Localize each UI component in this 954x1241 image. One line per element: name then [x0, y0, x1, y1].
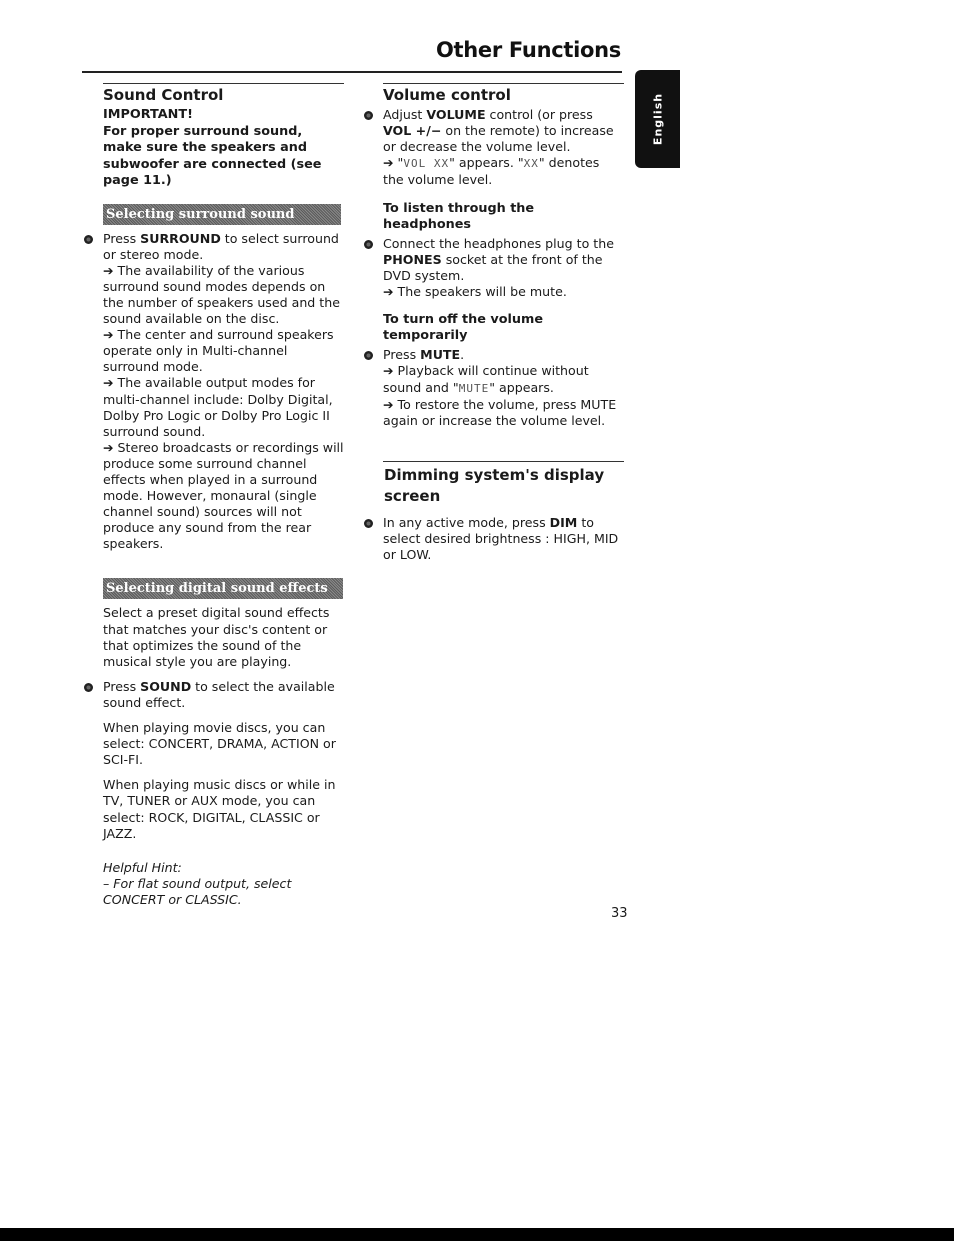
subtitle-mute: To turn off the volume temporarily	[383, 312, 543, 344]
key-volume: VOLUME	[426, 107, 486, 123]
note: ➔ Stereo broadcasts or recordings will p…	[103, 439, 344, 552]
important-text: For proper surround sound, make sure the…	[103, 123, 322, 189]
banner-selecting-surround: Selecting surround sound	[103, 203, 341, 225]
key-dim: DIM	[549, 514, 578, 530]
note: ➔ "VOL XX" appears. "XX" denotes the vol…	[383, 155, 600, 188]
note: ➔ The speakers will be mute.	[383, 284, 567, 300]
note: ➔ The available output modes for multi-c…	[103, 375, 333, 439]
step-text: In any active mode, press	[383, 514, 550, 530]
step-text: Press	[103, 678, 141, 694]
step-text: .	[460, 347, 465, 363]
bullet-icon	[364, 239, 373, 249]
bullet-icon	[84, 234, 93, 244]
lcd-text: VOL XX	[403, 157, 450, 171]
section-rule	[383, 460, 624, 462]
bottom-bar	[0, 1228, 954, 1241]
step-sound: Press SOUND to select the available soun…	[82, 679, 344, 711]
step-surround: Press SURROUND to select surround or ste…	[82, 231, 344, 553]
important-label: IMPORTANT!	[103, 107, 193, 123]
key-vol-plus-minus: VOL +/−	[383, 123, 442, 139]
section-title-dimming: Dimming system's display screen	[384, 465, 605, 505]
page-title: Other Functions	[435, 38, 621, 62]
bullet-icon	[364, 518, 373, 528]
left-column: Sound Control IMPORTANT! For proper surr…	[82, 83, 344, 908]
section-title-volume: Volume control	[383, 86, 511, 104]
section-rule	[103, 83, 344, 84]
language-tab: English	[635, 70, 680, 168]
section-title-sound-control: Sound Control	[103, 86, 224, 104]
note: ➔ Playback will continue without sound a…	[383, 363, 589, 395]
key-phones: PHONES	[383, 251, 442, 267]
step-text: Press	[383, 347, 421, 363]
section-rule	[383, 83, 624, 84]
note: ➔ The center and surround speakers opera…	[103, 327, 334, 375]
step-volume: Adjust VOLUME control (or press VOL +/− …	[362, 107, 624, 188]
bullet-icon	[364, 111, 373, 121]
effects-intro: Select a preset digital sound effects th…	[103, 605, 330, 669]
hint-text: – For flat sound output, select CONCERT …	[103, 875, 292, 907]
note: ➔ The availability of the various surrou…	[103, 262, 340, 327]
subtitle-headphones: To listen through the headphones	[383, 200, 535, 232]
bullet-icon	[84, 682, 93, 692]
key-sound: SOUND	[140, 678, 192, 694]
page-number: 33	[611, 906, 628, 921]
key-surround: SURROUND	[140, 230, 221, 246]
music-modes: When playing music discs or while in TV,…	[103, 777, 336, 841]
step-headphones: Connect the headphones plug to the PHONE…	[362, 236, 624, 300]
step-text: Press	[103, 230, 141, 246]
key-mute: MUTE	[420, 347, 461, 363]
bullet-icon	[364, 351, 373, 361]
movie-modes: When playing movie discs, you can select…	[103, 720, 336, 768]
step-text: Adjust	[383, 107, 427, 123]
step-text: Connect the headphones plug to the	[383, 235, 614, 251]
step-text: control (or press	[485, 107, 593, 123]
header-rule	[82, 71, 622, 73]
lcd-text: MUTE	[458, 381, 490, 395]
step-dim: In any active mode, press DIM to select …	[362, 515, 624, 563]
hint-label: Helpful Hint:	[103, 859, 182, 875]
banner-selecting-effects: Selecting digital sound effects	[103, 578, 343, 600]
lcd-text: XX	[523, 157, 539, 171]
right-column: Volume control Adjust VOLUME control (or…	[362, 83, 624, 563]
note: ➔ To restore the volume, press MUTE agai…	[383, 396, 617, 428]
step-mute: Press MUTE. ➔ Playback will continue wit…	[362, 347, 624, 428]
language-tab-label: English	[651, 92, 664, 146]
